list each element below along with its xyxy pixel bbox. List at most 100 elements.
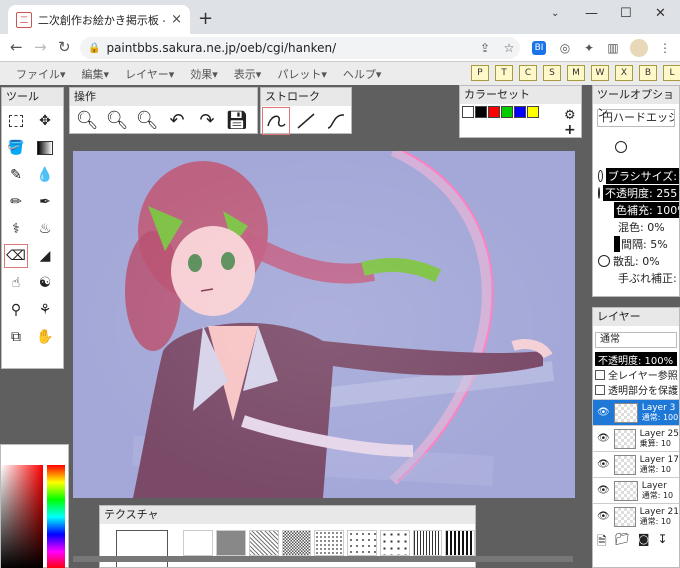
stabilizer-slider[interactable]: 手ぶれ補正: 0 [618,270,679,286]
panel-toggle-l[interactable]: L [663,65,680,81]
canvas-horizontal-scrollbar[interactable] [73,556,573,562]
menu-help[interactable]: ヘルプ▾ [335,66,390,82]
hue-slider[interactable] [47,465,65,568]
brush-size-label[interactable]: ブラシサイズ: [605,167,679,184]
visibility-eye-icon[interactable]: 👁 [597,433,610,444]
color-swatch-3[interactable] [501,106,513,118]
texture-large-dots[interactable] [379,530,410,556]
gradient-icon[interactable] [34,137,56,159]
smudge-hand-icon[interactable]: ☝ [5,272,27,294]
panel-toggle-w[interactable]: W [591,65,609,81]
pencil-icon[interactable]: ✏ [5,191,27,213]
scatter-slider[interactable]: 散乱: 0% [613,253,660,269]
layer-row[interactable]: 👁 Layer 25 乗算: 10 [593,425,679,451]
extension-mouse-icon[interactable]: ◎ [556,39,574,57]
add-color-icon[interactable]: + [564,122,576,138]
texture-sparse-dots[interactable] [347,530,377,556]
layer-mask-icon[interactable]: ◙ [638,532,650,553]
texture-vertical-lines[interactable] [412,530,443,556]
undo-icon[interactable]: ↶ [164,107,190,133]
panel-toggle-m[interactable]: M [567,65,585,81]
color-settings-icon[interactable]: ⚙ [564,108,576,123]
texture-fine-check[interactable] [281,530,312,556]
copy-layer-icon[interactable]: ⧉ [5,326,27,348]
reload-icon[interactable]: ↻ [58,38,71,56]
zoom-in-icon[interactable]: 🔍︎ [74,107,100,133]
pen-nib-icon[interactable]: ✒ [34,191,56,213]
new-tab-button[interactable]: + [198,8,213,29]
side-panel-icon[interactable]: ▥ [604,39,622,57]
zoom-100-icon[interactable]: 🔍︎ [134,107,160,133]
mix-slider[interactable]: 混色: 0% [618,219,665,235]
close-window-button[interactable]: ✕ [655,6,666,21]
color-swatch-1[interactable] [475,106,487,118]
airbrush-icon[interactable]: ⚕ [5,218,27,240]
maximize-button[interactable]: ☐ [620,6,632,21]
profile-avatar[interactable] [630,39,648,57]
mix-icon[interactable]: ☯ [34,272,56,294]
panel-toggle-b[interactable]: B [639,65,657,81]
visibility-eye-icon[interactable]: 👁 [597,459,610,470]
saturation-value-field[interactable] [1,465,43,568]
menu-edit[interactable]: 編集▾ [74,66,118,82]
redo-icon[interactable]: ↷ [194,107,220,133]
layer-row[interactable]: 👁 Layer 通常: 10 [593,477,679,503]
scatter-radio[interactable] [598,254,610,267]
extensions-puzzle-icon[interactable]: ✦ [580,39,598,57]
menu-view[interactable]: 表示▾ [226,66,270,82]
visibility-eye-icon[interactable]: 👁 [597,407,610,418]
visibility-eye-icon[interactable]: 👁 [597,511,610,522]
protect-alpha-checkbox[interactable] [595,384,605,395]
layer-row[interactable]: 👁 Layer 17 通常: 10 [593,451,679,477]
dodge-icon[interactable]: ⚲ [5,299,27,321]
layer-opacity-slider[interactable]: 不透明度: 100% [595,352,677,367]
soft-eraser-icon[interactable]: ◢ [34,245,56,267]
texture-gray[interactable] [216,530,246,556]
watercolor-icon[interactable]: ♨ [34,218,56,240]
url-field[interactable]: 🔒 paintbbs.sakura.ne.jp/oeb/cgi/hanken/ [80,37,520,59]
minimize-button[interactable]: — [585,6,598,21]
brush-size-radio[interactable] [598,169,603,182]
bookmark-star-icon[interactable]: ☆ [500,39,518,57]
layer-row[interactable]: 👁 Layer 21 通常: 10 [593,503,679,529]
tab-search-icon[interactable]: ⌄ [551,8,559,19]
eraser-icon[interactable]: ⌫ [4,244,28,268]
layer-row[interactable]: 👁 Layer 3 通常: 100 [593,399,679,425]
menu-file[interactable]: ファイル▾ [8,66,74,82]
new-layer-icon[interactable]: 🗎 [597,532,607,553]
line-stroke-icon[interactable] [293,108,319,134]
save-icon[interactable]: 💾︎ [224,107,250,133]
panel-toggle-p[interactable]: P [471,65,489,81]
freehand-stroke-icon[interactable] [262,107,290,135]
menu-palette[interactable]: パレット▾ [269,66,335,82]
panel-toggle-t[interactable]: T [495,65,513,81]
panel-toggle-x[interactable]: X [615,65,633,81]
back-icon[interactable]: ← [10,38,23,56]
texture-bold-lines[interactable] [445,530,475,556]
color-swatch-4[interactable] [514,106,526,118]
color-swatch-5[interactable] [527,106,539,118]
opacity-slider[interactable]: 不透明度: 255 [603,184,679,201]
merge-down-icon[interactable]: ↧ [658,532,668,553]
move-icon[interactable]: ✥ [34,110,56,132]
new-folder-icon[interactable]: 📁︎ [615,532,630,553]
blend-mode-select[interactable]: 通常 [595,332,677,348]
menu-effect[interactable]: 効果▾ [182,66,226,82]
texture-diagonal[interactable] [248,530,279,556]
eyedropper-icon[interactable]: ✎ [5,164,27,186]
menu-layer[interactable]: レイヤー▾ [117,66,182,82]
blur-drop-icon[interactable]: 💧 [34,164,56,186]
drawing-canvas[interactable] [73,151,575,498]
rect-select-icon[interactable] [5,110,27,132]
tab-close-button[interactable]: × [171,12,182,27]
share-icon[interactable]: ⇪ [476,39,494,57]
burn-icon[interactable]: ⚘ [34,299,56,321]
visibility-eye-icon[interactable]: 👁 [597,485,610,496]
curve-stroke-icon[interactable] [323,108,349,134]
texture-none[interactable] [183,530,214,556]
browser-menu-icon[interactable]: ⋮ [656,39,674,57]
panel-toggle-c[interactable]: C [519,65,537,81]
opacity-radio[interactable] [598,186,600,199]
browser-tab[interactable]: 二 二次創作お絵かき掲示板 - お絵かき × [8,5,190,34]
brush-preset-select[interactable]: 円ハードエッジ [597,109,675,127]
